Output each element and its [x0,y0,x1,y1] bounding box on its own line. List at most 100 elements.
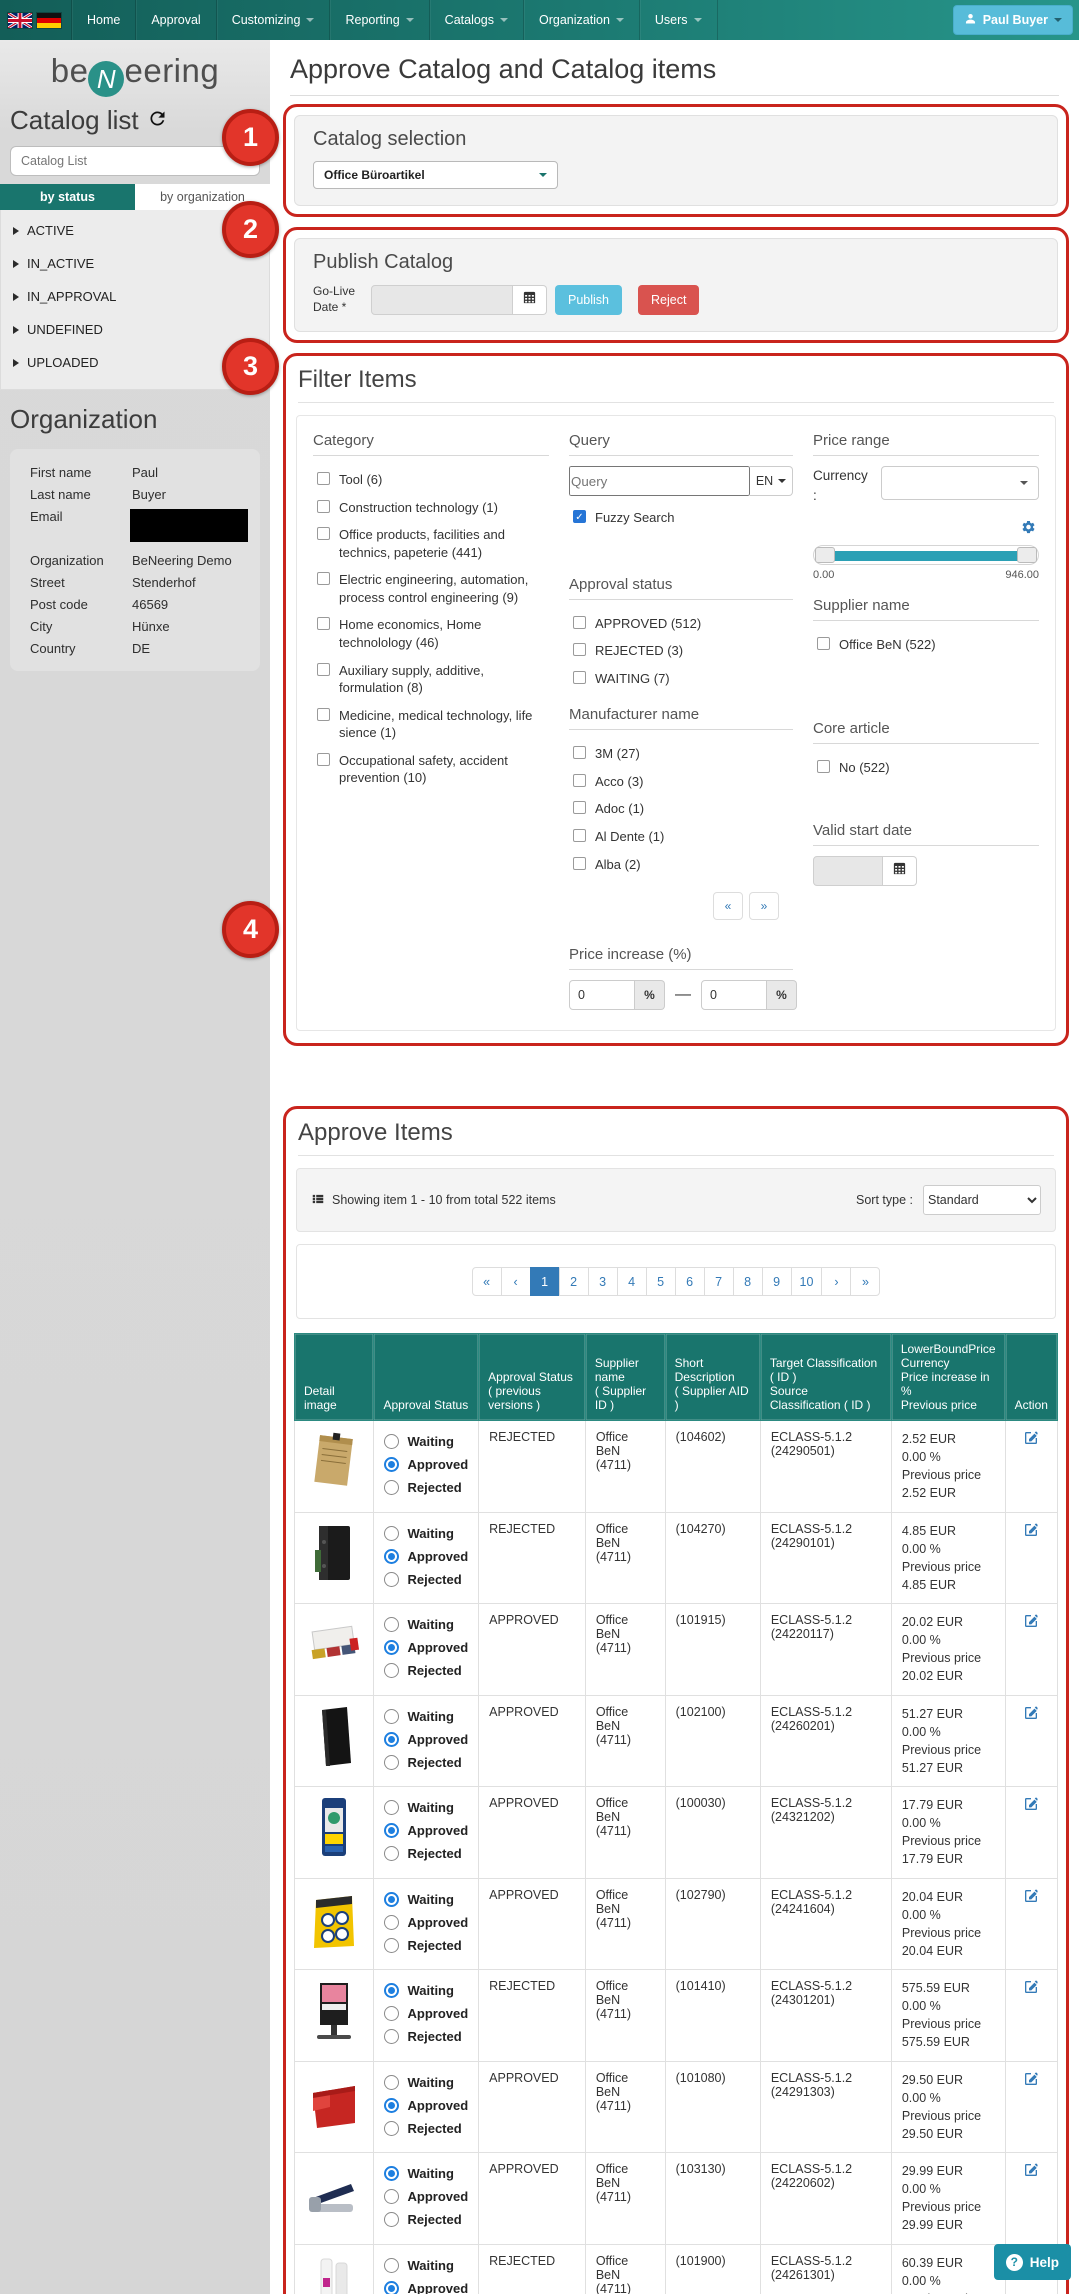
nav-item-catalogs[interactable]: Catalogs [429,0,523,40]
edit-item-icon[interactable] [1023,2167,1039,2181]
currency-select-dropdown[interactable] [881,466,1039,500]
radio-approved[interactable] [384,2281,399,2294]
edit-item-icon[interactable] [1023,1893,1039,1907]
radio-approved[interactable] [384,1823,399,1838]
page-button-1[interactable]: 1 [530,1267,560,1296]
pagination-arrow-button[interactable]: › [821,1267,851,1296]
radio-waiting[interactable] [384,1983,399,1998]
category-checkbox[interactable] [317,708,330,721]
page-button-3[interactable]: 3 [588,1267,618,1296]
category-checkbox[interactable] [317,527,330,540]
nav-item-customizing[interactable]: Customizing [216,0,330,40]
category-checkbox[interactable] [317,663,330,676]
radio-approved[interactable] [384,1640,399,1655]
page-button-2[interactable]: 2 [559,1267,589,1296]
manufacturer-checkbox[interactable] [573,774,586,787]
refresh-icon[interactable] [147,105,168,136]
approval-status-checkbox[interactable] [573,643,586,656]
golive-date-input[interactable] [371,285,513,315]
radio-rejected[interactable] [384,1572,399,1587]
pagination-arrow-button[interactable]: ‹ [501,1267,531,1296]
manufacturer-checkbox[interactable] [573,746,586,759]
category-checkbox[interactable] [317,617,330,630]
page-button-4[interactable]: 4 [617,1267,647,1296]
radio-approved[interactable] [384,1549,399,1564]
valid-start-calendar-button[interactable] [883,856,917,886]
manufacturer-checkbox[interactable] [573,801,586,814]
query-input[interactable] [569,466,750,496]
category-checkbox[interactable] [317,472,330,485]
radio-rejected[interactable] [384,1846,399,1861]
german-flag-icon[interactable] [37,13,61,28]
page-button-7[interactable]: 7 [704,1267,734,1296]
nav-item-reporting[interactable]: Reporting [329,0,428,40]
core-article-checkbox[interactable] [817,760,830,773]
radio-waiting[interactable] [384,1434,399,1449]
approval-status-checkbox[interactable] [573,616,586,629]
radio-waiting[interactable] [384,1526,399,1541]
supplier-checkbox[interactable] [817,637,830,650]
edit-item-icon[interactable] [1023,1618,1039,1632]
radio-rejected[interactable] [384,1938,399,1953]
edit-item-icon[interactable] [1023,1435,1039,1449]
tab-by-status[interactable]: by status [0,184,135,210]
page-button-5[interactable]: 5 [646,1267,676,1296]
price-increase-to-input[interactable] [701,980,767,1010]
page-button-8[interactable]: 8 [733,1267,763,1296]
publish-button[interactable]: Publish [555,285,622,315]
radio-rejected[interactable] [384,2121,399,2136]
category-checkbox[interactable] [317,753,330,766]
next-page-button[interactable]: » [749,892,779,920]
radio-approved[interactable] [384,2098,399,2113]
help-button[interactable]: ? Help [994,2244,1071,2280]
golive-calendar-button[interactable] [513,285,547,315]
edit-item-icon[interactable] [1023,1710,1039,1724]
radio-approved[interactable] [384,2189,399,2204]
edit-item-icon[interactable] [1023,1801,1039,1815]
radio-waiting[interactable] [384,2166,399,2181]
valid-start-date-input[interactable] [813,856,883,886]
edit-item-icon[interactable] [1023,1527,1039,1541]
edit-item-icon[interactable] [1023,2076,1039,2090]
price-increase-from-input[interactable] [569,980,635,1010]
manufacturer-checkbox[interactable] [573,829,586,842]
radio-waiting[interactable] [384,1617,399,1632]
uk-flag-icon[interactable] [8,13,32,28]
category-checkbox[interactable] [317,572,330,585]
category-checkbox[interactable] [317,500,330,513]
radio-approved[interactable] [384,2006,399,2021]
nav-item-organization[interactable]: Organization [523,0,639,40]
catalog-select-dropdown[interactable]: Office Büroartikel [313,161,558,189]
radio-rejected[interactable] [384,1480,399,1495]
sidebar-item-undefined[interactable]: UNDEFINED [1,313,269,346]
page-button-10[interactable]: 10 [791,1267,823,1296]
radio-rejected[interactable] [384,1663,399,1678]
nav-item-approval[interactable]: Approval [135,0,215,40]
price-range-slider[interactable] [813,545,1039,565]
slider-handle-max[interactable] [1017,547,1037,563]
gear-icon[interactable] [1020,519,1037,541]
manufacturer-checkbox[interactable] [573,857,586,870]
sort-type-select[interactable]: Standard [923,1185,1041,1215]
catalog-search-input[interactable] [10,146,260,176]
slider-handle-min[interactable] [815,547,835,563]
radio-waiting[interactable] [384,1892,399,1907]
pagination-arrow-button[interactable]: » [850,1267,880,1296]
query-language-dropdown[interactable]: EN [750,466,793,496]
prev-page-button[interactable]: « [713,892,743,920]
radio-approved[interactable] [384,1915,399,1930]
sidebar-item-in_approval[interactable]: IN_APPROVAL [1,280,269,313]
page-button-9[interactable]: 9 [762,1267,792,1296]
pagination-arrow-button[interactable]: « [472,1267,502,1296]
radio-rejected[interactable] [384,2212,399,2227]
fuzzy-search-checkbox[interactable]: ✓ [573,510,586,523]
approval-status-checkbox[interactable] [573,671,586,684]
radio-rejected[interactable] [384,1755,399,1770]
nav-item-home[interactable]: Home [71,0,135,40]
page-button-6[interactable]: 6 [675,1267,705,1296]
nav-item-users[interactable]: Users [639,0,718,40]
reject-button[interactable]: Reject [638,285,699,315]
sidebar-item-in_active[interactable]: IN_ACTIVE [1,247,269,280]
radio-waiting[interactable] [384,2075,399,2090]
user-menu-button[interactable]: Paul Buyer [953,5,1073,35]
